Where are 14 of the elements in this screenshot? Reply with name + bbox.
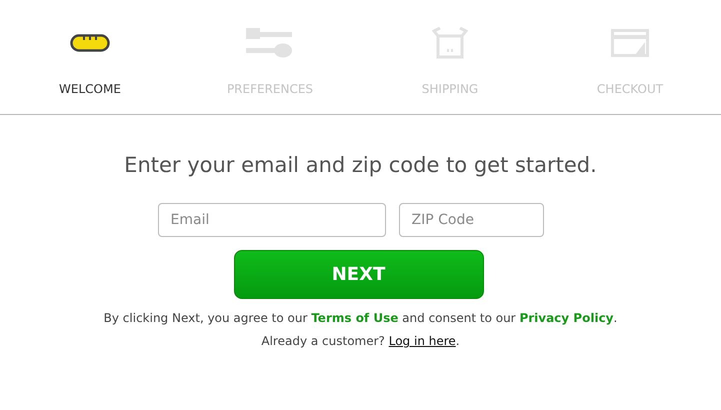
utensils-icon — [246, 28, 294, 58]
box-icon — [432, 27, 468, 59]
step-label[interactable]: WELCOME — [59, 82, 121, 96]
login-text: Already a customer? Log in here. — [260, 334, 461, 348]
card-icon — [611, 29, 649, 57]
heading: Enter your email and zip code to get started. — [123, 153, 598, 177]
legal-text: By clicking Next, you agree to our Terms of Use and consent to our Privacy Policy. — [102, 311, 618, 325]
bread-icon — [70, 34, 110, 52]
email-field[interactable]: Email — [158, 203, 386, 237]
terms-link[interactable]: Terms of Use — [311, 311, 398, 325]
zip-field[interactable]: ZIP Code — [398, 203, 544, 237]
login-link[interactable]: Log in here — [388, 334, 456, 348]
privacy-link[interactable]: Privacy Policy — [519, 311, 614, 325]
next-button[interactable]: NEXT — [234, 250, 484, 299]
